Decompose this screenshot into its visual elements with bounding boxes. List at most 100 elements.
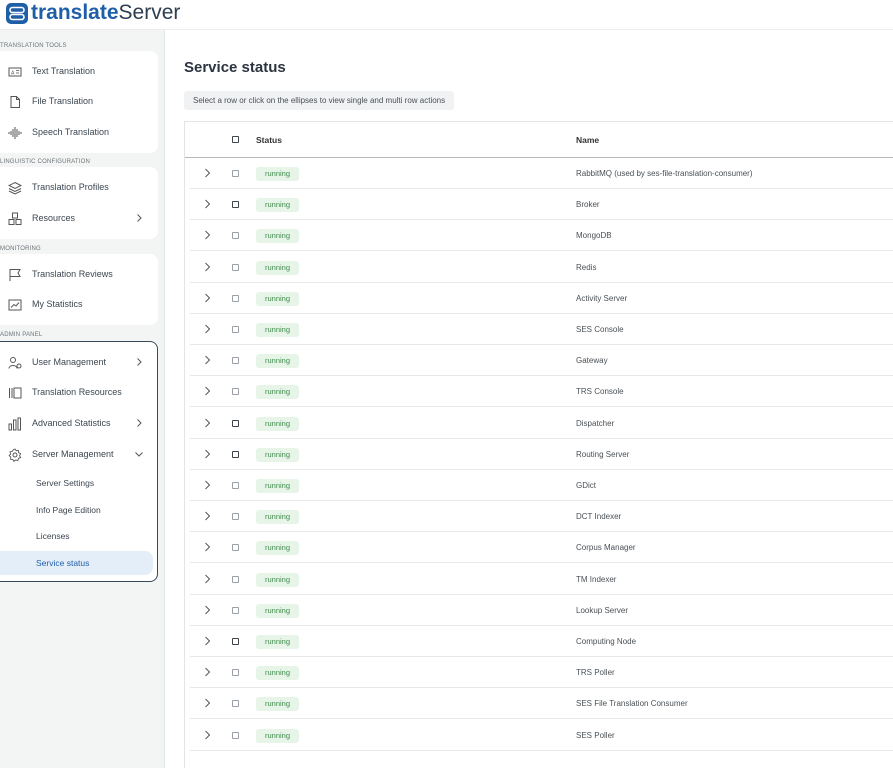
table-row[interactable]: running TRS Console — [190, 376, 893, 408]
column-header-name[interactable]: Name — [576, 135, 599, 145]
row-checkbox[interactable] — [232, 513, 239, 521]
sidebar-item-resources[interactable]: Resources — [0, 207, 158, 231]
chevron-right-icon[interactable] — [202, 355, 212, 365]
card-admin-panel: User Management Translation Resources Ad… — [0, 341, 158, 582]
chevron-down-icon[interactable] — [134, 449, 144, 459]
sidebar-subitem-label: Server Settings — [36, 478, 95, 488]
table-row[interactable]: running RabbitMQ (used by ses-file-transl… — [190, 158, 893, 189]
selection-hint: Select a row or click on the ellipses to… — [184, 91, 455, 110]
table-row[interactable]: running Gateway — [190, 345, 893, 377]
row-checkbox[interactable] — [232, 450, 239, 458]
sidebar-item-file-translation[interactable]: File Translation — [0, 90, 158, 114]
table-row[interactable]: running TRS Poller — [190, 657, 893, 689]
service-name: SES File Translation Consumer — [576, 699, 688, 709]
sidebar-item-label: Translation Resources — [32, 387, 122, 397]
service-name: Gateway — [576, 356, 608, 366]
sidebar-item-text-translation[interactable]: A Text Translation — [0, 60, 158, 84]
row-checkbox[interactable] — [232, 263, 239, 271]
table-row[interactable]: running Redis — [190, 252, 893, 283]
row-checkbox[interactable] — [232, 388, 239, 396]
gear-icon — [8, 448, 22, 462]
translate-server-logo[interactable] — [6, 3, 28, 24]
layers-icon — [8, 181, 22, 195]
table-row[interactable]: running SES Console — [190, 314, 893, 345]
chevron-right-icon[interactable] — [202, 636, 212, 646]
row-checkbox[interactable] — [232, 357, 239, 365]
cubes-icon — [8, 212, 22, 225]
service-name: MongoDB — [576, 231, 612, 241]
row-checkbox[interactable] — [232, 170, 239, 177]
table-row[interactable]: running TM Indexer — [190, 564, 893, 595]
sidebar-item-label: File Translation — [32, 96, 94, 106]
sidebar-subitem-service-status[interactable]: Service status — [0, 551, 153, 575]
table-row[interactable]: running DCT Indexer — [190, 501, 893, 533]
chevron-right-icon[interactable] — [202, 574, 212, 584]
chevron-right-icon[interactable] — [202, 449, 212, 459]
chevron-right-icon[interactable] — [202, 230, 212, 240]
sidebar-item-speech-translation[interactable]: Speech Translation — [0, 121, 158, 145]
sidebar-item-my-statistics[interactable]: My Statistics — [0, 293, 158, 317]
table-row[interactable]: running SES Poller — [190, 720, 893, 751]
row-checkbox[interactable] — [232, 294, 239, 302]
sidebar-subitem-server-settings[interactable]: Server Settings — [0, 471, 153, 495]
row-checkbox[interactable] — [232, 544, 239, 552]
table-row[interactable]: running Computing Node — [190, 626, 893, 657]
row-checkbox[interactable] — [232, 606, 239, 614]
table-row[interactable]: running Lookup Server — [190, 595, 893, 626]
table-row[interactable]: running Broker — [190, 189, 893, 221]
table-row[interactable]: running Activity Server — [190, 283, 893, 314]
table-row[interactable]: running Routing Server — [190, 439, 893, 470]
app-logo-text[interactable]: translateServer — [31, 1, 180, 25]
chevron-right-icon[interactable] — [202, 542, 212, 552]
card-translation-tools: A Text Translation File Translation Spee… — [0, 51, 158, 153]
row-checkbox[interactable] — [232, 700, 239, 708]
sidebar-item-user-management[interactable]: User Management — [0, 351, 158, 375]
chevron-right-icon[interactable] — [202, 418, 212, 428]
status-badge: running — [256, 385, 300, 400]
chevron-right-icon[interactable] — [202, 605, 212, 615]
table-row[interactable]: running Dispatcher — [190, 408, 893, 439]
service-name: TM Indexer — [576, 574, 617, 584]
row-checkbox[interactable] — [232, 575, 239, 583]
chevron-right-icon[interactable] — [202, 730, 212, 740]
sidebar-item-server-management[interactable]: Server Management — [0, 443, 158, 467]
sidebar-item-translation-profiles[interactable]: Translation Profiles — [0, 176, 158, 200]
sidebar-item-translation-resources[interactable]: Translation Resources — [0, 381, 158, 405]
chevron-right-icon[interactable] — [202, 386, 212, 396]
section-label-translation-tools: TRANSLATION TOOLS — [0, 43, 67, 49]
chevron-right-icon[interactable] — [202, 698, 212, 708]
status-badge: running — [256, 447, 300, 462]
row-checkbox[interactable] — [232, 232, 239, 240]
service-name: RabbitMQ (used by ses-file-translation-c… — [576, 169, 753, 178]
column-header-status[interactable]: Status — [256, 135, 282, 145]
sidebar-item-advanced-statistics[interactable]: Advanced Statistics — [0, 412, 158, 436]
select-all-checkbox[interactable] — [232, 136, 239, 143]
row-checkbox[interactable] — [232, 669, 239, 677]
service-name: Dispatcher — [576, 418, 615, 428]
chevron-right-icon[interactable] — [202, 199, 212, 209]
chevron-right-icon[interactable] — [202, 511, 212, 521]
sidebar-item-translation-reviews[interactable]: Translation Reviews — [0, 263, 158, 287]
row-checkbox[interactable] — [232, 638, 239, 645]
chevron-right-icon[interactable] — [202, 324, 212, 334]
sidebar-subitem-licenses[interactable]: Licenses — [0, 524, 153, 548]
chevron-right-icon[interactable] — [202, 168, 212, 178]
row-checkbox[interactable] — [232, 326, 239, 333]
table-row[interactable]: running MongoDB — [190, 220, 893, 252]
row-checkbox[interactable] — [232, 201, 239, 209]
row-checkbox[interactable] — [232, 482, 239, 489]
chevron-right-icon[interactable] — [134, 213, 144, 223]
row-checkbox[interactable] — [232, 419, 239, 427]
table-row[interactable]: running Corpus Manager — [190, 532, 893, 564]
status-badge: running — [256, 541, 300, 556]
chevron-right-icon[interactable] — [134, 418, 144, 428]
chevron-right-icon[interactable] — [202, 667, 212, 677]
chevron-right-icon[interactable] — [202, 262, 212, 272]
chevron-right-icon[interactable] — [202, 480, 212, 490]
chevron-right-icon[interactable] — [202, 293, 212, 303]
chevron-right-icon[interactable] — [134, 357, 144, 367]
table-row[interactable]: running GDict — [190, 470, 893, 501]
table-row[interactable]: running SES File Translation Consumer — [190, 688, 893, 720]
row-checkbox[interactable] — [232, 731, 239, 739]
sidebar-subitem-info-page-edition[interactable]: Info Page Edition — [0, 498, 153, 522]
